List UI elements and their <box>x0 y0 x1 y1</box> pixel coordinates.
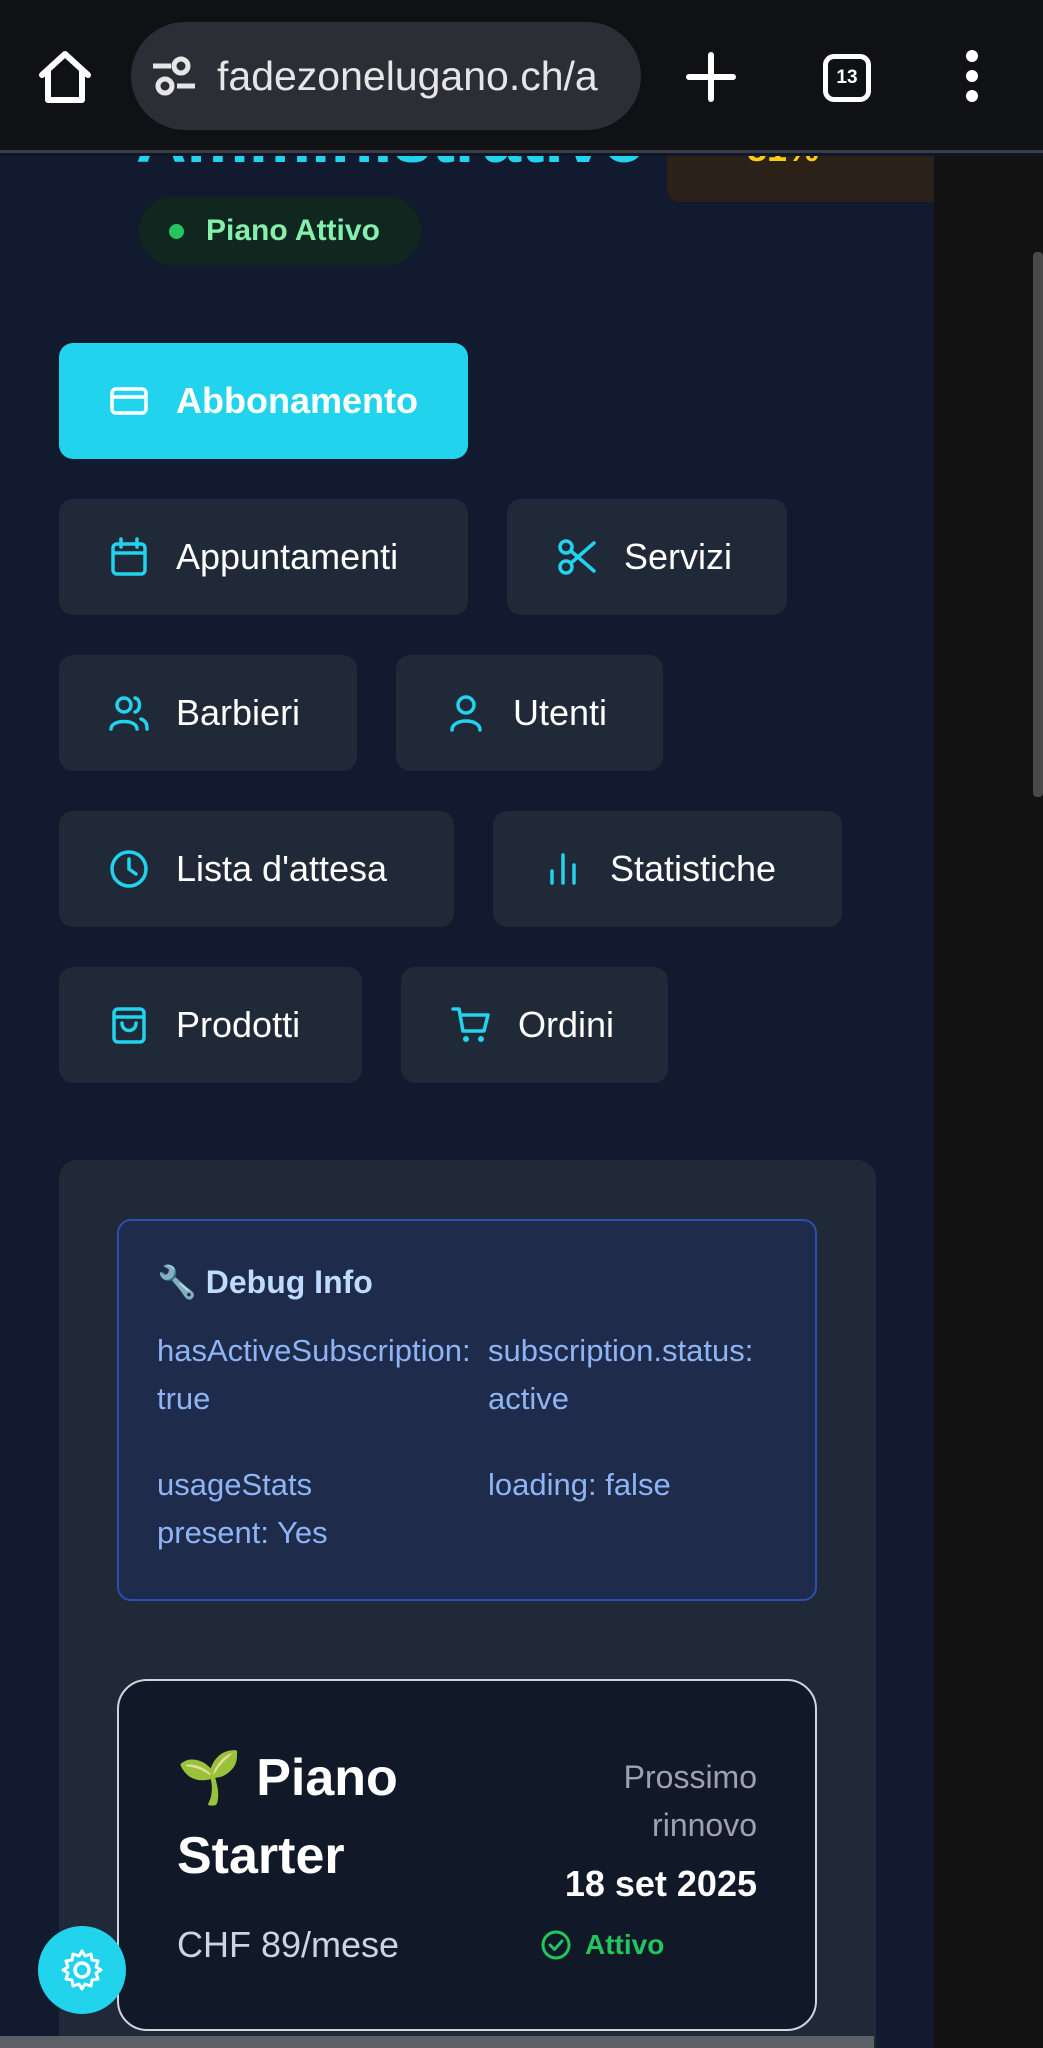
debug-usage-key: usageStats <box>157 1467 313 1502</box>
page-title: Amministrativo <box>136 156 646 178</box>
nav-button-utenti[interactable]: Utenti <box>396 655 663 771</box>
plan-status-text: Attivo <box>585 1929 665 1960</box>
plan-name-line1: 🌱 Piano <box>177 1749 398 1807</box>
plan-name-line2: Starter <box>177 1827 345 1885</box>
calendar-icon <box>111 537 147 576</box>
nav-button-appuntamenti[interactable]: Appuntamenti <box>59 499 468 615</box>
gear-icon <box>61 1949 103 1991</box>
nav-label: Ordini <box>518 1004 615 1045</box>
nav-label: Abbonamento <box>176 380 418 421</box>
nav-label: Appuntamenti <box>176 536 399 577</box>
status-dot-icon <box>169 224 184 239</box>
debug-info-box: 🔧 Debug Info hasActiveSubscription: true… <box>117 1219 817 1601</box>
nav-button-prodotti[interactable]: Prodotti <box>59 967 362 1083</box>
browser-toolbar: fadezonelugano.ch/a 13 <box>0 0 1043 153</box>
home-icon[interactable] <box>36 48 94 106</box>
debug-loading-text: loading: false <box>488 1467 671 1502</box>
nav-label: Lista d'attesa <box>176 848 388 889</box>
page-margin <box>934 156 1043 2048</box>
usage-chip: 81% <box>667 156 934 202</box>
nav-button-barbieri[interactable]: Barbieri <box>59 655 357 771</box>
plan-card: 🌱 Piano Starter CHF 89/mese Prossimo rin… <box>117 1679 817 2031</box>
debug-has-active-value: true <box>157 1381 211 1416</box>
nav-label: Prodotti <box>176 1004 301 1045</box>
renewal-label-line1: Prossimo <box>623 1759 757 1795</box>
url-text[interactable]: fadezonelugano.ch/a <box>217 22 627 130</box>
debug-has-active: hasActiveSubscription: true <box>157 1327 497 1423</box>
tab-switcher-button[interactable]: 13 <box>823 54 871 102</box>
plan-price: CHF 89/mese <box>177 1924 400 1965</box>
debug-title: 🔧 Debug Info <box>157 1264 373 1300</box>
renewal-label-line2: rinnovo <box>652 1807 757 1843</box>
address-bar[interactable]: fadezonelugano.ch/a <box>131 22 641 130</box>
debug-usage-stats: usageStats present: Yes <box>157 1461 497 1557</box>
clock-icon <box>110 850 148 888</box>
nav-label: Barbieri <box>176 692 301 733</box>
usage-percent: 81% <box>747 156 819 170</box>
nav-button-servizi[interactable]: Servizi <box>507 499 787 615</box>
renewal-date: 18 set 2025 <box>564 1863 757 1904</box>
horizontal-scrollbar[interactable] <box>0 2036 874 2048</box>
menu-icon[interactable] <box>964 50 980 102</box>
nav-label: Utenti <box>513 692 608 733</box>
status-text: Piano Attivo <box>206 214 380 247</box>
debug-sub-status-value: active <box>488 1381 569 1416</box>
debug-sub-status-key: subscription.status: <box>488 1333 754 1368</box>
nav-button-lista-attesa[interactable]: Lista d'attesa <box>59 811 454 927</box>
credit-card-icon <box>110 387 148 415</box>
debug-usage-value: present: Yes <box>157 1515 328 1550</box>
check-circle-icon <box>541 1930 571 1960</box>
bar-chart-icon <box>550 853 576 885</box>
users-icon <box>109 696 149 731</box>
settings-fab[interactable] <box>38 1926 126 2014</box>
scissors-icon <box>558 539 596 575</box>
nav-label: Statistiche <box>610 848 777 889</box>
debug-loading: loading: false <box>488 1461 828 1509</box>
scrollbar[interactable] <box>1033 252 1043 797</box>
nav-button-abbonamento[interactable]: Abbonamento <box>59 343 468 459</box>
shopping-bag-icon <box>112 1007 146 1044</box>
status-badge: Piano Attivo <box>139 197 421 265</box>
new-tab-icon[interactable] <box>686 52 736 102</box>
nav-button-ordini[interactable]: Ordini <box>401 967 668 1083</box>
site-settings-icon[interactable] <box>151 56 197 96</box>
debug-subscription-status: subscription.status: active <box>488 1327 828 1423</box>
user-icon <box>450 695 482 732</box>
nav-label: Servizi <box>624 536 733 577</box>
debug-has-active-key: hasActiveSubscription: <box>157 1333 471 1368</box>
shopping-cart-icon <box>451 1007 490 1042</box>
nav-button-statistiche[interactable]: Statistiche <box>493 811 842 927</box>
